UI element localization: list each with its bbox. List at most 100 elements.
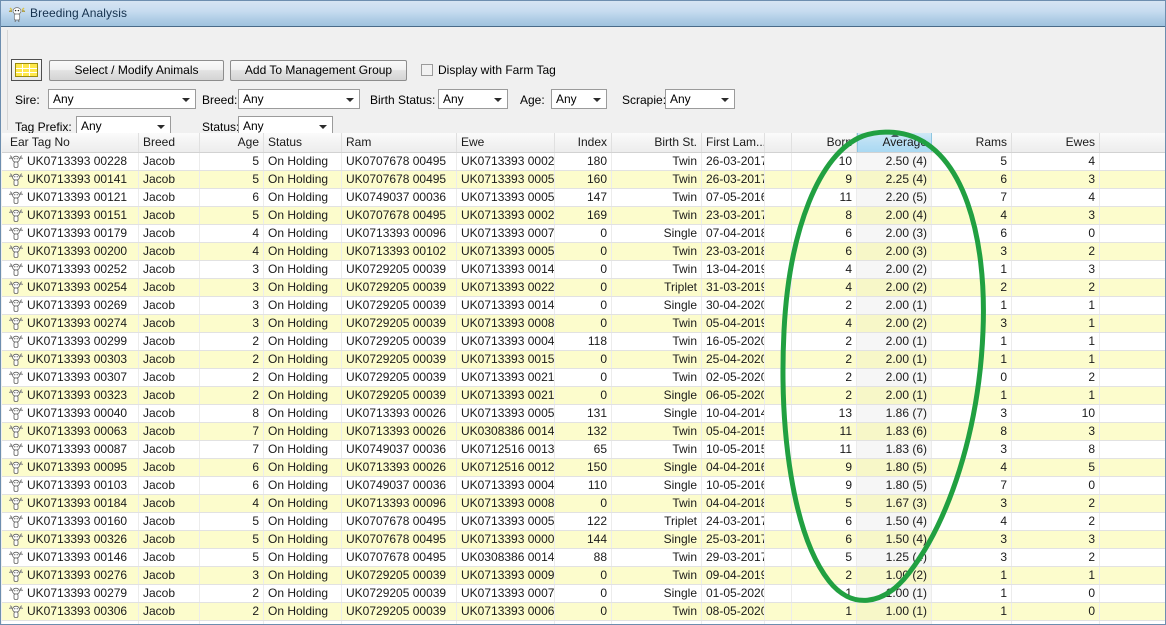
cell-status[interactable]: On Holding: [264, 243, 342, 260]
cell-age[interactable]: 6: [200, 459, 264, 476]
cell-birth-st[interactable]: Single: [612, 405, 702, 422]
cell-breed[interactable]: [139, 621, 200, 624]
grid-header-average[interactable]: Average: [857, 133, 932, 152]
cell-status[interactable]: On Holding: [264, 495, 342, 512]
cell-ear-tag-no[interactable]: UK0713393 00141: [6, 171, 139, 188]
cell-first-lam[interactable]: 25-04-2020: [702, 351, 765, 368]
cell-blank[interactable]: [765, 261, 792, 278]
grid-header-index[interactable]: Index: [555, 133, 612, 152]
grid-header-status[interactable]: Status: [264, 133, 342, 152]
cell-average[interactable]: 2.00 (2): [857, 279, 932, 296]
cell-born[interactable]: 6: [792, 513, 857, 530]
cell-rams[interactable]: 4: [932, 513, 1012, 530]
cell-breed[interactable]: Jacob: [139, 513, 200, 530]
cell-ewes[interactable]: 1: [1012, 387, 1100, 404]
cell-index[interactable]: 0: [555, 351, 612, 368]
cell-ewe[interactable]: UK0713393 00228: [457, 279, 555, 296]
cell-first-lam[interactable]: 10-04-2014: [702, 405, 765, 422]
cell-ewes[interactable]: 2: [1012, 495, 1100, 512]
cell-birth-st[interactable]: Triplet: [612, 279, 702, 296]
cell-index[interactable]: [555, 621, 612, 624]
cell-breed[interactable]: Jacob: [139, 351, 200, 368]
cell-ear-tag-no[interactable]: UK0713393 00063: [6, 423, 139, 440]
cell-ewe[interactable]: UK0713393 00040: [457, 477, 555, 494]
cell-age[interactable]: 8: [200, 405, 264, 422]
cell-blank[interactable]: [765, 621, 792, 624]
cell-breed[interactable]: Jacob: [139, 225, 200, 242]
cell-ram[interactable]: UK0707678 00495: [342, 153, 457, 170]
grid-header-ewe[interactable]: Ewe: [457, 133, 555, 152]
cell-ear-tag-no[interactable]: [6, 621, 139, 624]
cell-age[interactable]: 5: [200, 549, 264, 566]
cell-blank[interactable]: [1100, 603, 1165, 620]
cell-age[interactable]: 4: [200, 225, 264, 242]
cell-first-lam[interactable]: 05-04-2015: [702, 423, 765, 440]
cell-ear-tag-no[interactable]: UK0713393 00040: [6, 405, 139, 422]
table-row[interactable]: UK0713393 00151 Jacob 5 On Holding UK0707678…: [2, 207, 1165, 225]
cell-ewe[interactable]: UK0713393 00040: [457, 333, 555, 350]
cell-ewes[interactable]: [1012, 621, 1100, 624]
cell-born[interactable]: 9: [792, 477, 857, 494]
cell-ewe[interactable]: UK0713393 00141: [457, 261, 555, 278]
breed-dropdown[interactable]: Any: [238, 89, 360, 109]
cell-breed[interactable]: Jacob: [139, 531, 200, 548]
cell-index[interactable]: 0: [555, 495, 612, 512]
cell-status[interactable]: On Holding: [264, 477, 342, 494]
cell-index[interactable]: 144: [555, 531, 612, 548]
cell-breed[interactable]: Jacob: [139, 495, 200, 512]
cell-ewes[interactable]: 1: [1012, 333, 1100, 350]
cell-born[interactable]: 2: [792, 567, 857, 584]
cell-ram[interactable]: UK0729205 00039: [342, 387, 457, 404]
cell-birth-st[interactable]: Single: [612, 225, 702, 242]
cell-age[interactable]: 3: [200, 261, 264, 278]
cell-first-lam[interactable]: 06-05-2020: [702, 387, 765, 404]
cell-ewes[interactable]: 3: [1012, 423, 1100, 440]
cell-status[interactable]: On Holding: [264, 423, 342, 440]
cell-born[interactable]: 9: [792, 459, 857, 476]
cell-ram[interactable]: UK0749037 00036: [342, 441, 457, 458]
cell-born[interactable]: 11: [792, 441, 857, 458]
cell-rams[interactable]: 2: [932, 279, 1012, 296]
cell-first-lam[interactable]: 29-03-2017: [702, 549, 765, 566]
cell-blank[interactable]: [765, 297, 792, 314]
cell-ewes[interactable]: 3: [1012, 171, 1100, 188]
cell-rams[interactable]: 3: [932, 243, 1012, 260]
table-row[interactable]: UK0713393 00160 Jacob 5 On Holding UK0707678…: [2, 513, 1165, 531]
cell-ear-tag-no[interactable]: UK0713393 00323: [6, 387, 139, 404]
cell-index[interactable]: 169: [555, 207, 612, 224]
cell-birth-st[interactable]: Twin: [612, 153, 702, 170]
cell-status[interactable]: On Holding: [264, 369, 342, 386]
cell-first-lam[interactable]: 10-05-2016: [702, 477, 765, 494]
cell-ear-tag-no[interactable]: UK0713393 00303: [6, 351, 139, 368]
grid-header-blank[interactable]: [765, 133, 792, 152]
cell-ewe[interactable]: UK0712516 00126: [457, 459, 555, 476]
cell-age[interactable]: 5: [200, 207, 264, 224]
cell-breed[interactable]: Jacob: [139, 387, 200, 404]
cell-average[interactable]: 1.86 (7): [857, 405, 932, 422]
cell-status[interactable]: On Holding: [264, 225, 342, 242]
cell-index[interactable]: 131: [555, 405, 612, 422]
cell-birth-st[interactable]: Twin: [612, 441, 702, 458]
cell-average[interactable]: 1.50 (4): [857, 531, 932, 548]
table-row[interactable]: UK0713393 00307 Jacob 2 On Holding UK0729205…: [2, 369, 1165, 387]
cell-index[interactable]: 0: [555, 243, 612, 260]
cell-birth-st[interactable]: Twin: [612, 261, 702, 278]
table-row[interactable]: UK0713393 00040 Jacob 8 On Holding UK0713393…: [2, 405, 1165, 423]
cell-ewe[interactable]: UK0713393 00057: [457, 405, 555, 422]
grid-header-rams[interactable]: Rams: [932, 133, 1012, 152]
cell-rams[interactable]: 3: [932, 549, 1012, 566]
cell-blank[interactable]: [1100, 153, 1165, 170]
cell-blank[interactable]: [765, 531, 792, 548]
cell-ewes[interactable]: 2: [1012, 279, 1100, 296]
grid-header-ram[interactable]: Ram: [342, 133, 457, 152]
cell-ear-tag-no[interactable]: UK0713393 00254: [6, 279, 139, 296]
cell-age[interactable]: 3: [200, 279, 264, 296]
cell-status[interactable]: On Holding: [264, 189, 342, 206]
cell-average[interactable]: 1.80 (5): [857, 477, 932, 494]
cell-born[interactable]: 8: [792, 207, 857, 224]
cell-ewe[interactable]: [457, 621, 555, 624]
cell-index[interactable]: 118: [555, 333, 612, 350]
cell-ear-tag-no[interactable]: UK0713393 00279: [6, 585, 139, 602]
cell-average[interactable]: 2.25 (4): [857, 171, 932, 188]
cell-rams[interactable]: 1: [932, 297, 1012, 314]
